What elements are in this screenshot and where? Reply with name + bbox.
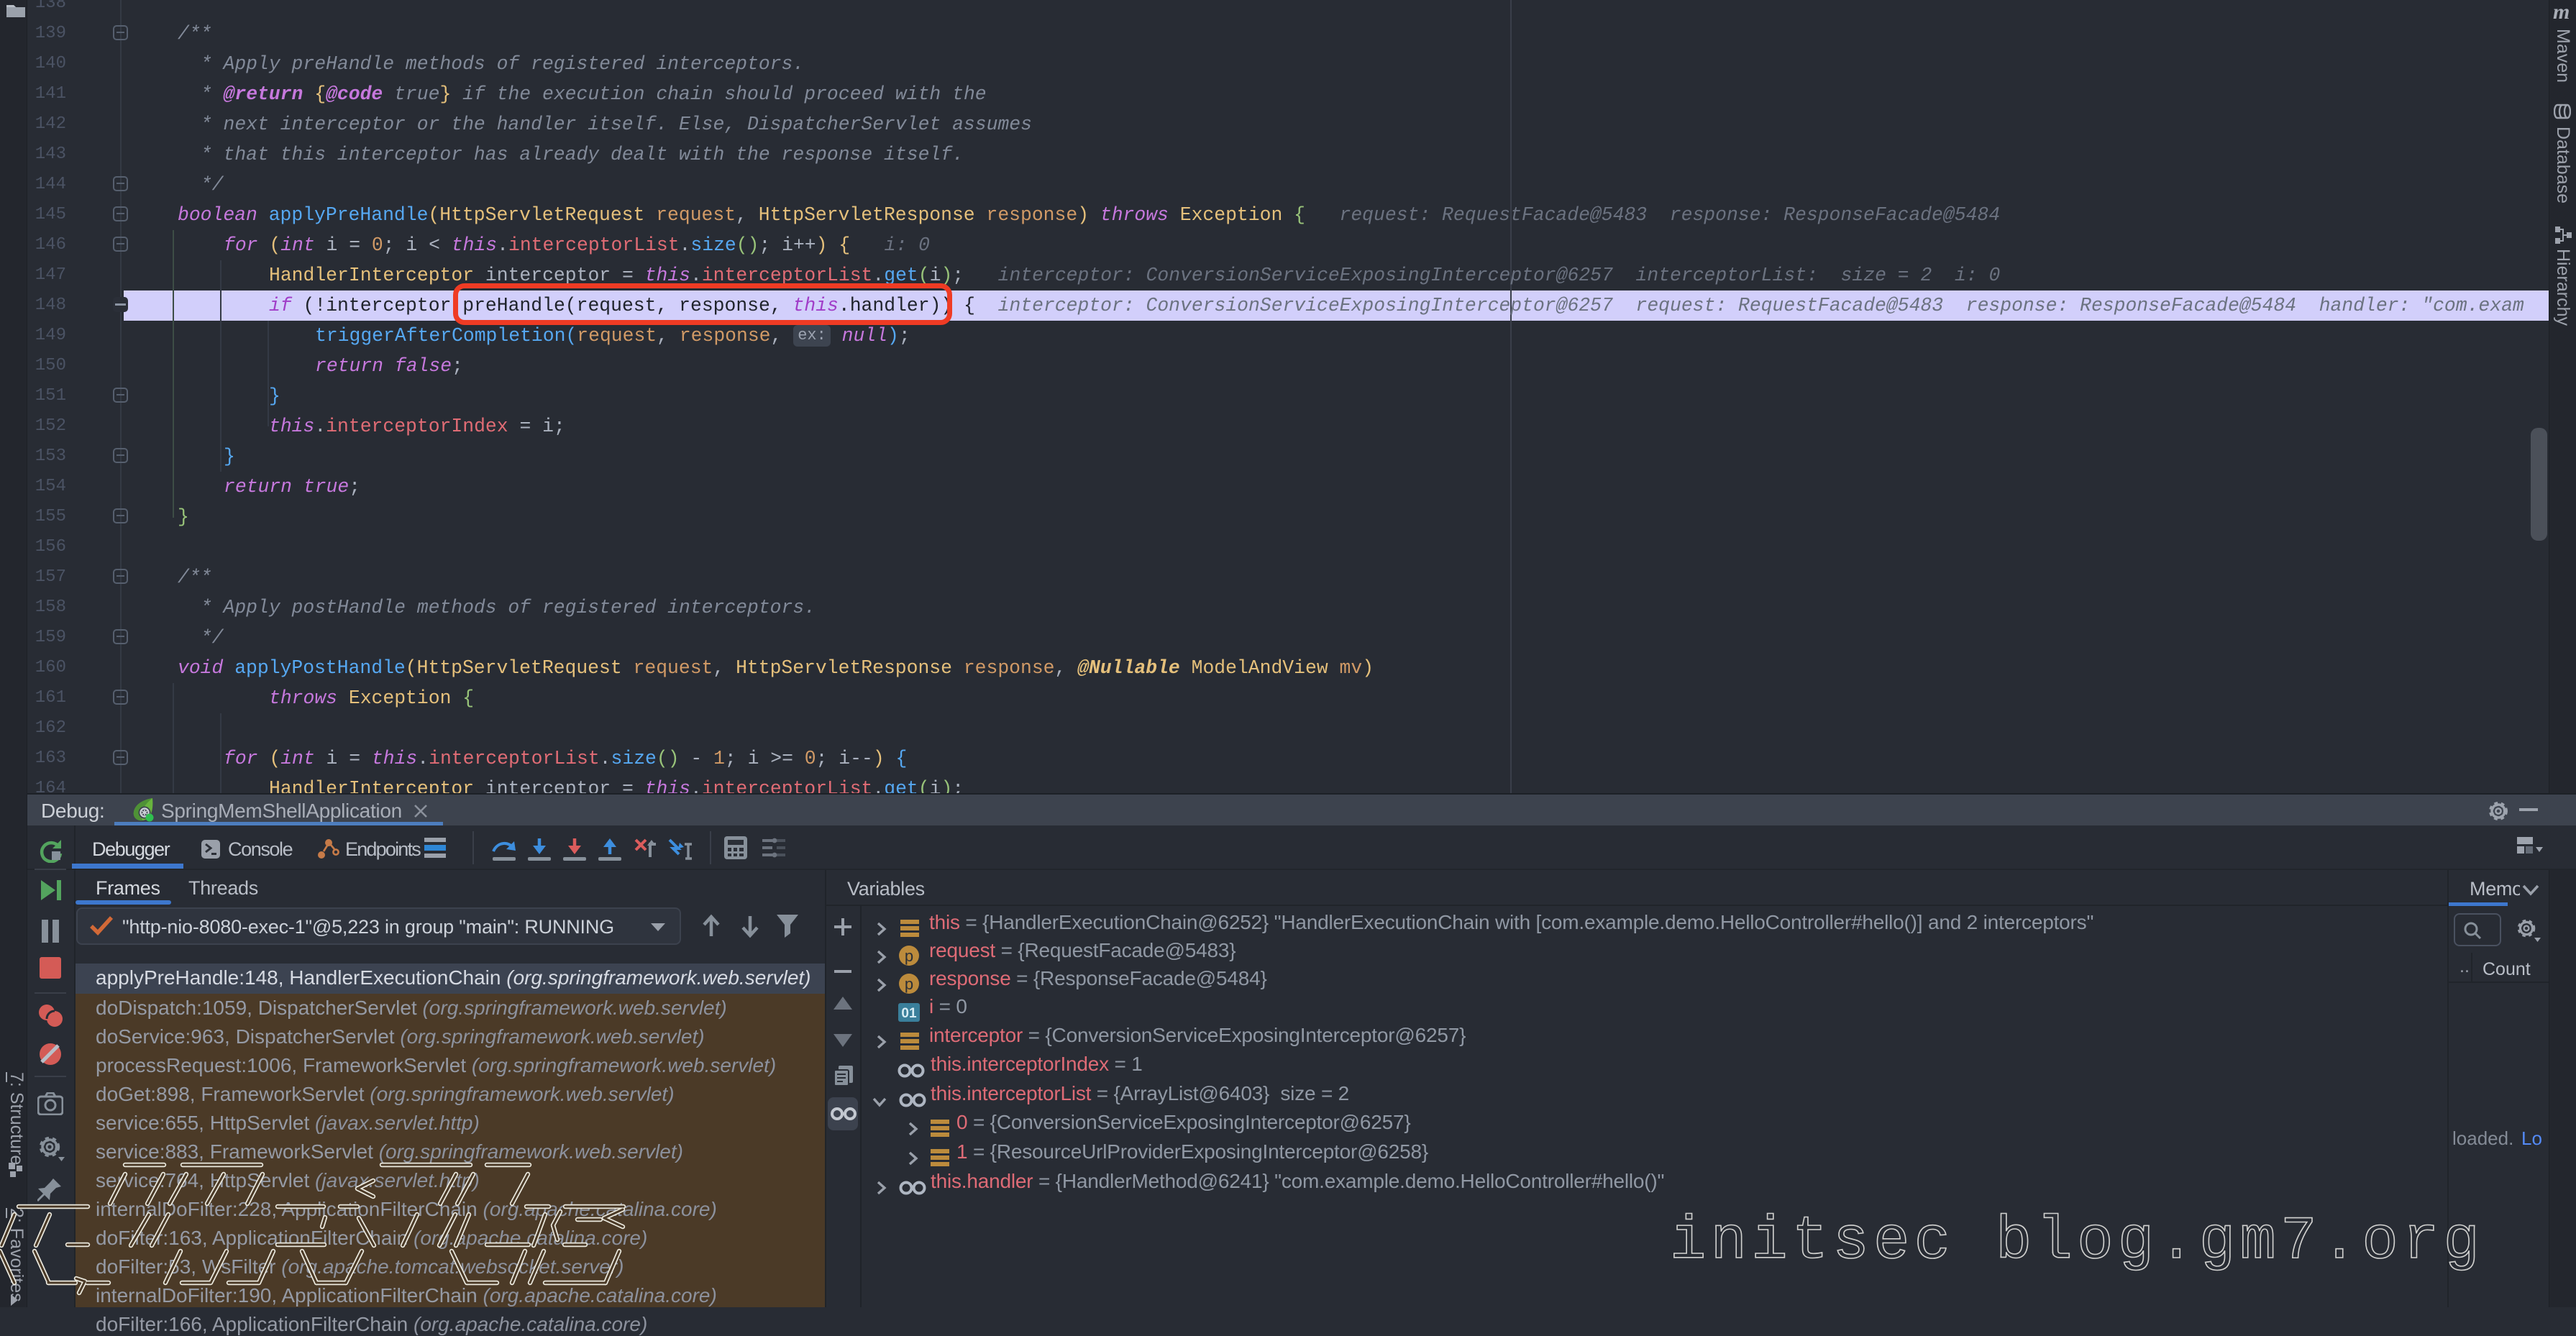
svg-text:p: p — [905, 975, 913, 993]
svg-text:01: 01 — [901, 1006, 917, 1021]
svg-text:p: p — [905, 947, 913, 965]
